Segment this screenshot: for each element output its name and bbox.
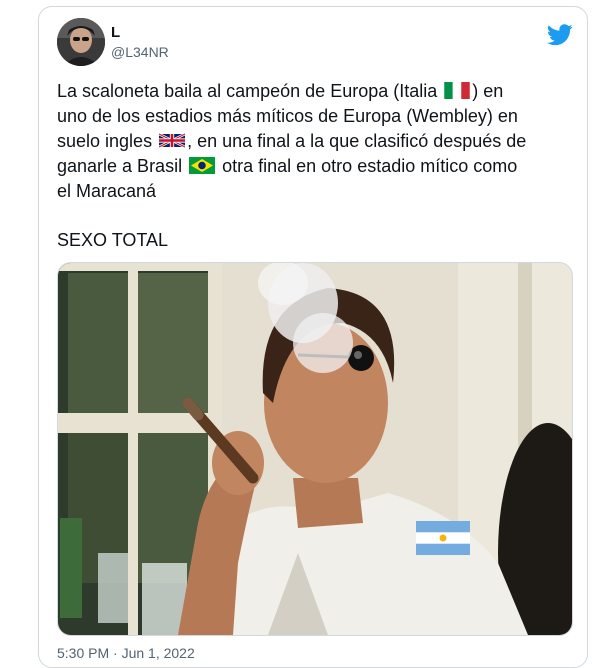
twitter-bird-icon[interactable] [547,24,573,46]
tweet-card[interactable]: L @L34NR La scaloneta baila al campeón d… [38,6,588,668]
author-handle[interactable]: @L34NR [111,44,169,60]
text-line: el Maracaná [57,181,157,201]
tweet-closing: SEXO TOTAL [57,230,169,250]
text-line: La scaloneta baila al campeón de Europa … [57,81,438,101]
text-line: uno de los estadios más míticos de Europ… [57,106,518,126]
text-line: ganarle a Brasil [57,156,183,176]
text-line: suelo ingles [57,131,153,151]
tweet-photo[interactable] [57,262,573,636]
tweet-timestamp[interactable]: 5:30 PM · Jun 1, 2022 [57,645,195,661]
argentina-flag-icon [416,521,470,555]
text-line: otra final en otro estadio mítico como [222,156,518,176]
text-line: ) en [472,81,504,101]
tweet-body: La scaloneta baila al campeón de Europa … [57,79,577,204]
italy-flag-icon [444,82,471,99]
uk-flag-icon [159,132,186,149]
text-line: , en una final a la que clasificó despué… [187,131,527,151]
avatar[interactable] [57,18,105,66]
author-name[interactable]: L [111,24,120,41]
brazil-flag-icon [189,157,216,174]
tweet-text: La scaloneta baila al campeón de Europa … [57,79,577,253]
